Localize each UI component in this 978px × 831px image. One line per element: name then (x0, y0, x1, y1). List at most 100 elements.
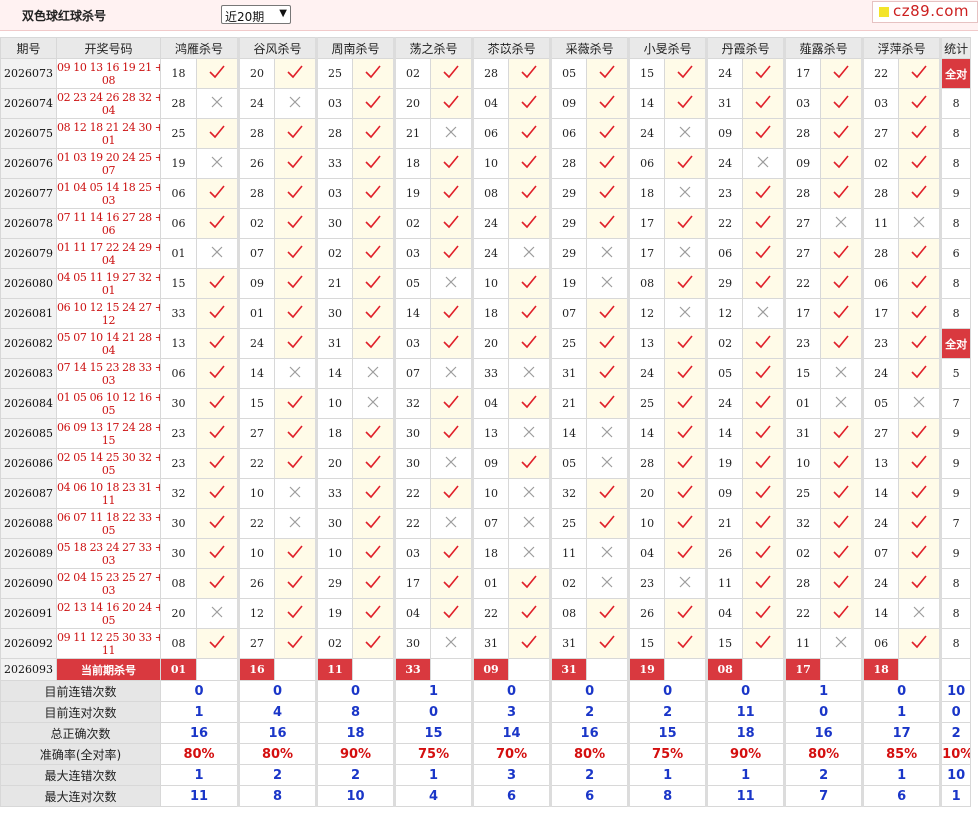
draw-numbers: 06 07 11 18 22 33 +05 (56, 508, 161, 539)
check-icon (586, 178, 630, 209)
check-icon (664, 508, 708, 539)
row-total: 7 (939, 508, 972, 539)
kill-number: 19 (549, 268, 588, 299)
period-select-value: 近20期 (225, 10, 265, 24)
current-empty-cell (664, 658, 708, 681)
cross-icon (352, 358, 396, 389)
col-header-expert[interactable]: 薤露杀号 (783, 37, 864, 59)
col-header-expert[interactable]: 谷风杀号 (237, 37, 318, 59)
draw-blue-number: 07 (101, 163, 116, 177)
kill-number: 25 (315, 58, 354, 89)
kill-number: 02 (315, 628, 354, 659)
kill-number: 20 (160, 598, 197, 629)
check-icon (586, 118, 630, 149)
kill-number: 17 (783, 58, 822, 89)
col-header-expert[interactable]: 采薇杀号 (549, 37, 630, 59)
kill-number: 28 (549, 148, 588, 179)
col-header-expert[interactable]: 浮萍杀号 (861, 37, 942, 59)
check-icon (430, 538, 474, 569)
kill-number: 03 (315, 178, 354, 209)
check-icon (898, 178, 942, 209)
cross-icon (898, 598, 942, 629)
col-header-expert[interactable]: 荡之杀号 (393, 37, 474, 59)
check-icon (586, 298, 630, 329)
kill-number: 02 (783, 538, 822, 569)
table-row: 202608905 18 23 24 27 33 +03301010031811… (0, 538, 972, 569)
stat-value: 10 (939, 680, 972, 702)
stat-value: 80% (783, 743, 864, 765)
cross-icon (664, 238, 708, 269)
cross-icon (430, 628, 474, 659)
period-select[interactable]: 近20期 ▼ (221, 5, 291, 24)
col-header-expert[interactable]: 周南杀号 (315, 37, 396, 59)
table-row: 202608004 05 11 19 27 32 +01150921051019… (0, 268, 972, 299)
check-icon (508, 148, 552, 179)
col-header-draw: 开奖号码 (56, 37, 161, 59)
row-total: 9 (939, 538, 972, 569)
kill-number: 28 (237, 178, 276, 209)
table-row: 202608806 07 11 18 22 33 +05302230220725… (0, 508, 972, 539)
kill-number: 24 (471, 238, 510, 269)
kill-number: 14 (861, 478, 900, 509)
table-row: 202608704 06 10 18 23 31 +11321033221032… (0, 478, 972, 509)
kill-number: 30 (160, 388, 197, 419)
current-kill-number: 08 (705, 658, 744, 681)
kill-number: 11 (549, 538, 588, 569)
draw-separator: + (152, 571, 160, 584)
issue-number: 2026082 (0, 328, 57, 359)
kill-number: 10 (471, 268, 510, 299)
check-icon (430, 178, 474, 209)
check-icon (508, 268, 552, 299)
kill-number: 20 (627, 478, 666, 509)
check-icon (352, 418, 396, 449)
stat-value: 16 (549, 722, 630, 744)
stat-value: 80% (549, 743, 630, 765)
col-header-expert[interactable]: 鸿雁杀号 (159, 37, 240, 59)
kill-number: 03 (393, 538, 432, 569)
cross-icon (508, 538, 552, 569)
col-header-expert[interactable]: 小旻杀号 (627, 37, 708, 59)
kill-number: 19 (315, 598, 354, 629)
check-icon (664, 598, 708, 629)
cross-icon (586, 568, 630, 599)
check-icon (274, 58, 318, 89)
kill-number: 30 (393, 448, 432, 479)
kill-number: 05 (393, 268, 432, 299)
kill-number: 22 (471, 598, 510, 629)
kill-number: 09 (783, 148, 822, 179)
kill-number: 23 (861, 328, 900, 359)
draw-separator: + (152, 331, 160, 344)
draw-red-numbers: 09 10 13 16 19 21 (57, 60, 153, 74)
stat-value: 7 (783, 785, 864, 807)
check-icon (586, 598, 630, 629)
kill-number: 27 (237, 418, 276, 449)
check-icon (195, 298, 240, 329)
draw-blue-number: 04 (101, 253, 116, 267)
site-logo[interactable]: cz89.com (872, 1, 978, 23)
table-row: 202608602 05 14 25 30 32 +05232220300905… (0, 448, 972, 479)
stat-value: 2 (315, 764, 396, 786)
check-icon (586, 388, 630, 419)
table-row: 202607309 10 13 16 19 21 +08182025022805… (0, 58, 972, 89)
check-icon (664, 478, 708, 509)
kill-number: 10 (783, 448, 822, 479)
check-icon (274, 448, 318, 479)
check-icon (508, 568, 552, 599)
stat-value: 0 (549, 680, 630, 702)
row-total: 8 (939, 568, 972, 599)
kill-number: 10 (315, 538, 354, 569)
kill-number: 30 (315, 208, 354, 239)
stat-value: 1 (783, 680, 864, 702)
kill-number: 02 (393, 58, 432, 89)
col-header-expert[interactable]: 丹霞杀号 (705, 37, 786, 59)
issue-number: 2026079 (0, 238, 57, 269)
draw-numbers: 07 14 15 23 28 33 +03 (56, 358, 161, 389)
kill-number: 32 (160, 478, 197, 509)
draw-red-numbers: 01 11 17 22 24 29 (57, 240, 153, 254)
check-icon (274, 268, 318, 299)
cross-icon (898, 208, 942, 239)
kill-number: 26 (627, 598, 666, 629)
check-icon (195, 418, 240, 449)
col-header-expert[interactable]: 苶苡杀号 (471, 37, 552, 59)
kill-number: 02 (861, 148, 900, 179)
